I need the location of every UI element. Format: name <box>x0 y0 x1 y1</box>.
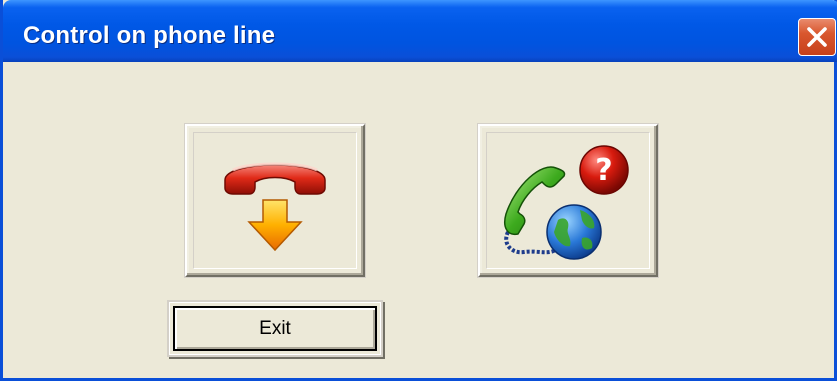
exit-button[interactable]: Exit <box>167 300 383 357</box>
close-icon <box>807 27 827 47</box>
phone-support-button[interactable]: ? <box>478 124 658 277</box>
phone-globe-help-icon: ? <box>504 145 629 260</box>
svg-text:?: ? <box>595 153 612 188</box>
window-title: Control on phone line <box>23 22 276 49</box>
dialog-window: Control on phone line ? Exit <box>0 0 837 381</box>
close-button[interactable] <box>798 18 836 56</box>
hang-up-phone-icon <box>224 162 326 252</box>
hang-up-button[interactable] <box>185 124 365 277</box>
exit-button-label: Exit <box>259 317 291 339</box>
title-bar[interactable]: Control on phone line <box>3 0 837 62</box>
